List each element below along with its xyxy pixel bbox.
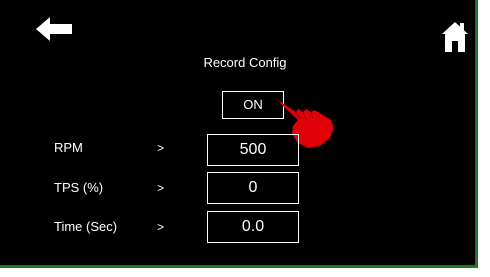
tps-arrow: > [157, 181, 165, 195]
time-label: Time (Sec) [54, 219, 118, 234]
time-field[interactable]: 0.0 [207, 211, 299, 243]
home-icon [442, 22, 468, 52]
page-title: Record Config [203, 55, 287, 70]
home-button[interactable] [440, 20, 470, 54]
tps-field[interactable]: 0 [207, 172, 299, 204]
back-button[interactable] [34, 14, 76, 44]
tps-label: TPS (%) [54, 180, 104, 195]
time-arrow: > [157, 220, 165, 234]
arrow-left-icon [36, 17, 72, 41]
rpm-label: RPM [54, 140, 83, 155]
rpm-field[interactable]: 500 [207, 134, 299, 166]
rpm-arrow: > [157, 141, 165, 155]
screen: Record Config ON RPM > 500 TPS (%) > 0 T… [0, 0, 478, 268]
record-toggle-button[interactable]: ON [222, 91, 284, 119]
